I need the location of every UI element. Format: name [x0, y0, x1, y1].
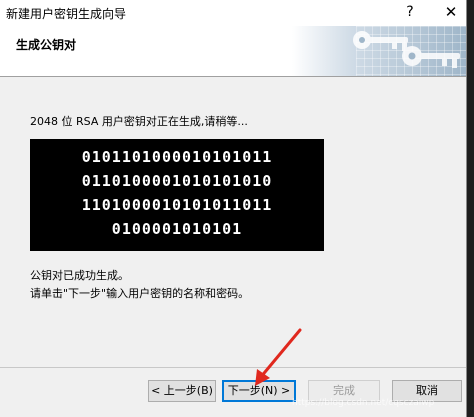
- keys-banner-image: [292, 26, 466, 76]
- title-bar: 新建用户密钥生成向导 ? ✕: [0, 0, 466, 26]
- bits-line: 1101000010101011011: [81, 196, 273, 214]
- bits-line: 0100001010101: [111, 220, 243, 238]
- generation-status-text: 2048 位 RSA 用户密钥对正在生成,请稍等...: [30, 115, 248, 128]
- page-title: 生成公钥对: [16, 38, 77, 52]
- wizard-content: 2048 位 RSA 用户密钥对正在生成,请稍等... 010110100001…: [0, 77, 466, 367]
- back-button[interactable]: < 上一步(B): [148, 380, 216, 402]
- key-icon: [353, 31, 460, 68]
- next-step-instruction: 请单击"下一步"输入用户密钥的名称和密码。: [30, 287, 250, 300]
- success-message: 公钥对已成功生成。: [30, 269, 129, 282]
- bits-line: 0101101000010101011: [81, 148, 273, 166]
- next-button[interactable]: 下一步(N) >: [222, 380, 296, 402]
- wizard-window: 新建用户密钥生成向导 ? ✕ 生成公钥对 2048 位 RSA 用户密钥对正在生…: [0, 0, 467, 417]
- button-separator: [0, 367, 466, 368]
- watermark-text: https://blog.csdn.net/cqsczaiwp: [292, 398, 435, 408]
- wizard-header: 生成公钥对: [0, 26, 466, 77]
- close-button[interactable]: ✕: [440, 2, 462, 22]
- window-title: 新建用户密钥生成向导: [6, 7, 127, 21]
- help-button[interactable]: ?: [400, 2, 420, 22]
- random-bits-panel: 0101101000010101011 0110100001010101010 …: [30, 139, 324, 251]
- bits-line: 0110100001010101010: [81, 172, 273, 190]
